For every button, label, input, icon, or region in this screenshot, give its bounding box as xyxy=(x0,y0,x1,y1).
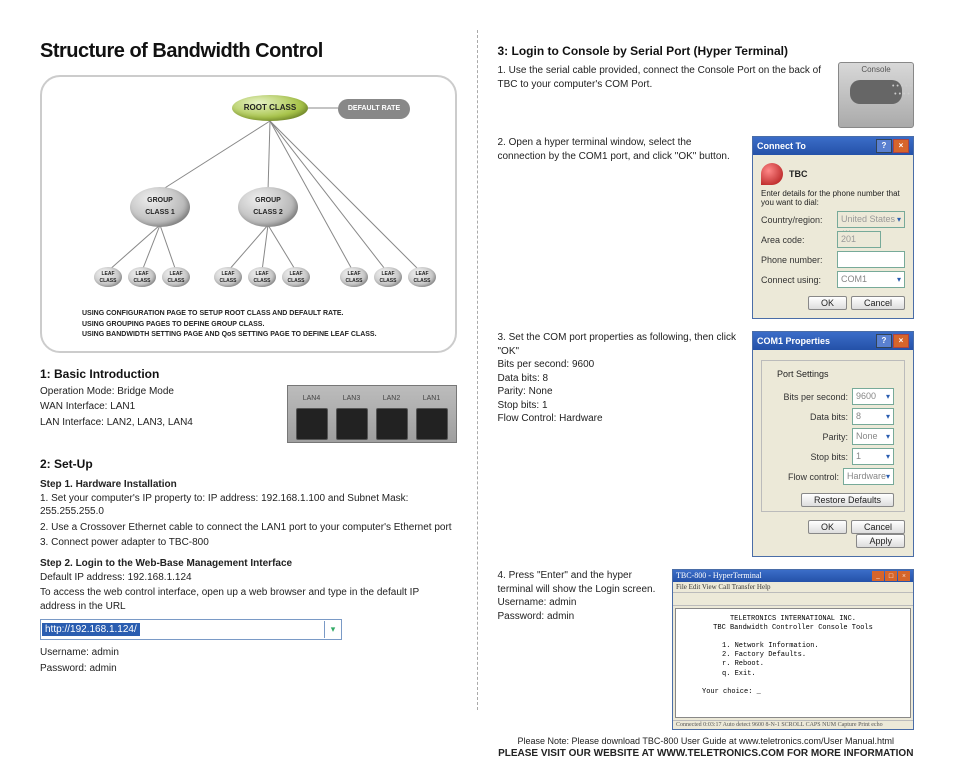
connect-to-dialog: Connect To?× TBC Enter details for the p… xyxy=(752,136,914,319)
term-statusbar: Connected 0:03:17 Auto detect 9600 8-N-1… xyxy=(673,720,913,729)
phone-field[interactable] xyxy=(837,251,905,268)
password-line: Password: admin xyxy=(40,662,457,676)
parity-select[interactable]: None xyxy=(852,428,894,445)
country-select[interactable]: United States (1) xyxy=(837,211,905,228)
lan1-port xyxy=(416,408,448,440)
maximize-icon[interactable]: □ xyxy=(885,571,897,581)
area-code-field[interactable]: 201 xyxy=(837,231,881,248)
bps-select[interactable]: 9600 xyxy=(852,388,894,405)
restore-defaults-button[interactable]: Restore Defaults xyxy=(801,493,894,507)
leaf-node: LEAFCLASS xyxy=(214,267,242,287)
step1-head: Step 1. Hardware Installation xyxy=(40,479,457,490)
apply-button[interactable]: Apply xyxy=(856,534,905,548)
leaf-node: LEAFCLASS xyxy=(340,267,368,287)
close-icon[interactable]: × xyxy=(893,334,909,348)
section-2-head: 2: Set-Up xyxy=(40,457,457,471)
help-icon[interactable]: ? xyxy=(876,139,892,153)
minimize-icon[interactable]: _ xyxy=(872,571,884,581)
footer: Please Note: Please download TBC-800 Use… xyxy=(498,736,915,759)
ok-button[interactable]: OK xyxy=(808,296,847,310)
diagram-notes: USING CONFIGURATION PAGE TO SETUP ROOT C… xyxy=(82,309,445,341)
phone-icon xyxy=(761,163,783,185)
group-class-1-node: GROUPCLASS 1 xyxy=(130,187,190,227)
url-combobox[interactable]: http://192.168.1.124/▾ xyxy=(40,619,457,640)
flowcontrol-select[interactable]: Hardware xyxy=(843,468,894,485)
section-3-head: 3: Login to Console by Serial Port (Hype… xyxy=(498,44,915,58)
page-title: Structure of Bandwidth Control xyxy=(40,40,457,63)
help-icon[interactable]: ? xyxy=(876,334,892,348)
leaf-node: LEAFCLASS xyxy=(94,267,122,287)
hyperterminal-window: TBC-800 - HyperTerminal_□× File Edit Vie… xyxy=(672,569,914,730)
lan3-port xyxy=(336,408,368,440)
group-class-2-node: GROUPCLASS 2 xyxy=(238,187,298,227)
term-menubar[interactable]: File Edit View Call Transfer Help xyxy=(673,582,913,593)
lan4-port xyxy=(296,408,328,440)
close-icon[interactable]: × xyxy=(898,571,910,581)
leaf-node: LEAFCLASS xyxy=(374,267,402,287)
lan2-port xyxy=(376,408,408,440)
ok-button[interactable]: OK xyxy=(808,520,847,534)
console-port-image: Console xyxy=(838,62,914,128)
username-line: Username: admin xyxy=(40,646,457,660)
default-rate-node: DEFAULT RATE xyxy=(338,99,410,119)
close-icon[interactable]: × xyxy=(893,139,909,153)
section-1-head: 1: Basic Introduction xyxy=(40,367,457,381)
dropdown-arrow-icon[interactable]: ▾ xyxy=(324,621,341,638)
leaf-node: LEAFCLASS xyxy=(162,267,190,287)
databits-select[interactable]: 8 xyxy=(852,408,894,425)
com1-properties-dialog: COM1 Properties?× Port Settings Bits per… xyxy=(752,331,914,557)
cancel-button[interactable]: Cancel xyxy=(851,520,905,534)
lan-ports-image xyxy=(287,385,457,443)
term-output: TELETRONICS INTERNATIONAL INC. TBC Bandw… xyxy=(675,608,911,718)
connect-using-select[interactable]: COM1 xyxy=(837,271,905,288)
leaf-node: LEAFCLASS xyxy=(128,267,156,287)
cancel-button[interactable]: Cancel xyxy=(851,296,905,310)
leaf-node: LEAFCLASS xyxy=(282,267,310,287)
root-class-node: ROOT CLASS xyxy=(232,95,308,121)
bandwidth-diagram: ROOT CLASS DEFAULT RATE GROUPCLASS 1 GRO… xyxy=(40,75,457,353)
leaf-node: LEAFCLASS xyxy=(248,267,276,287)
step2-head: Step 2. Login to the Web-Base Management… xyxy=(40,558,457,569)
stopbits-select[interactable]: 1 xyxy=(852,448,894,465)
leaf-node: LEAFCLASS xyxy=(408,267,436,287)
term-toolbar[interactable] xyxy=(673,593,913,606)
